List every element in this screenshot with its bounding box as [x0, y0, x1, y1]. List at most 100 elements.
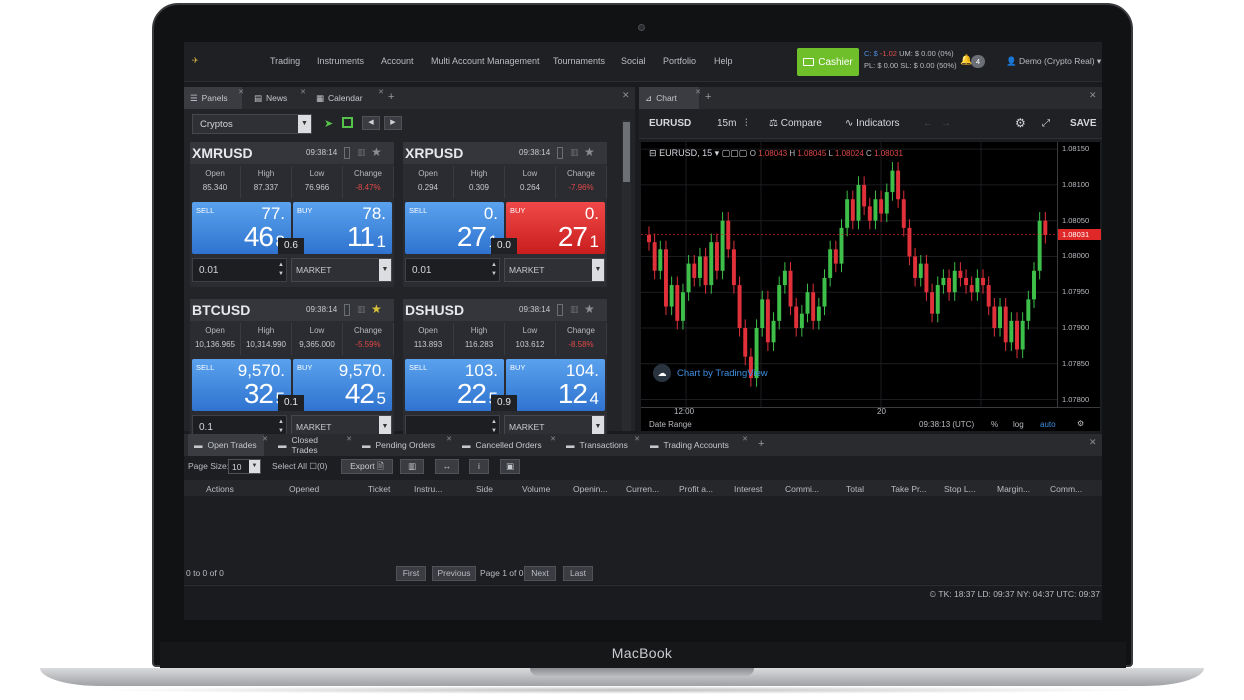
nav-multi-account[interactable]: Multi Account Management — [431, 56, 540, 66]
column-header[interactable]: Ticket — [368, 484, 390, 494]
legend-hide-icon[interactable]: ▢ — [730, 148, 739, 158]
column-header[interactable]: Comm... — [1050, 484, 1082, 494]
gear-icon[interactable]: ⚙ — [1077, 419, 1084, 428]
tab-transactions[interactable]: ▬ Transactions ✕ — [560, 434, 640, 456]
star-icon[interactable]: ★ — [371, 302, 382, 316]
column-header[interactable]: Volume — [522, 484, 550, 494]
nav-social[interactable]: Social — [621, 56, 646, 66]
redo-icon[interactable]: → — [941, 118, 951, 129]
stepper-arrows-icon[interactable]: ▲ ▼ — [491, 261, 497, 279]
last-page-button[interactable]: Last — [563, 566, 593, 581]
price-axis[interactable]: 1.08150 1.08100 1.08050 1.08000 1.07950 1.079… — [1057, 142, 1101, 421]
undo-icon[interactable]: ← — [923, 118, 933, 129]
next-page-button[interactable]: Next — [524, 566, 556, 581]
column-header[interactable]: Instru... — [414, 484, 442, 494]
column-header[interactable]: Opened — [289, 484, 319, 494]
gear-icon[interactable]: ⚙ — [1015, 116, 1026, 130]
nav-help[interactable]: Help — [714, 56, 733, 66]
tab-calendar[interactable]: ▦ Calendar ✕ — [310, 87, 384, 109]
bar-chart-icon[interactable]: ▥ — [570, 147, 579, 158]
tab-chart[interactable]: ⊿ Chart ✕ — [639, 87, 701, 109]
column-header[interactable]: Commi... — [785, 484, 819, 494]
column-header[interactable]: Actions — [206, 484, 234, 494]
legend-remove-icon[interactable]: ▢ — [739, 148, 748, 158]
column-header[interactable]: Take Pr... — [891, 484, 926, 494]
log-toggle[interactable]: log — [1013, 420, 1024, 429]
bar-chart-icon[interactable]: ▥ — [570, 304, 579, 315]
close-icon[interactable]: ✕ — [634, 435, 640, 443]
buy-button[interactable]: BUY 9,570. 42 5 — [293, 359, 392, 411]
close-icon[interactable]: ✕ — [446, 435, 452, 443]
date-range-button[interactable]: Date Range — [649, 420, 692, 429]
percent-toggle[interactable]: % — [991, 420, 998, 429]
nav-trading[interactable]: Trading — [270, 56, 300, 66]
cashier-button[interactable]: Cashier — [797, 48, 859, 76]
quantity-stepper[interactable]: 0.01 ▲ ▼ — [405, 258, 500, 282]
depth-icon[interactable] — [557, 147, 563, 159]
close-icon[interactable]: ✕ — [262, 435, 268, 443]
fullscreen-icon[interactable]: ⤢ — [1042, 118, 1050, 129]
nav-instruments[interactable]: Instruments — [317, 56, 364, 66]
sell-button[interactable]: SELL 77. 46 8 — [192, 202, 291, 254]
checkbox-icon[interactable]: ☐ — [309, 461, 317, 471]
tab-closed-trades[interactable]: ▬ Closed Trades ✕ — [272, 434, 352, 456]
candles-icon[interactable]: ⫶ — [745, 118, 748, 129]
nav-portfolio[interactable]: Portfolio — [663, 56, 696, 66]
page-size-select[interactable]: 10 ▼ — [228, 459, 261, 474]
info-button[interactable]: i — [469, 459, 489, 474]
select-all[interactable]: Select All ☐(0) — [272, 461, 327, 472]
star-icon[interactable]: ★ — [371, 145, 382, 159]
depth-icon[interactable] — [344, 304, 350, 316]
legend-collapse-icon[interactable]: ⊟ — [649, 148, 657, 158]
stepper-arrows-icon[interactable]: ▲ ▼ — [278, 261, 284, 279]
layout-icon[interactable] — [342, 117, 353, 128]
buy-button[interactable]: BUY 0. 27 1 — [506, 202, 605, 254]
star-icon[interactable]: ★ — [584, 302, 595, 316]
column-header[interactable]: Profit a... — [679, 484, 713, 494]
previous-page-button[interactable]: Previous — [432, 566, 476, 581]
close-icon[interactable]: ✕ — [1089, 437, 1097, 448]
bar-chart-icon[interactable]: ▥ — [357, 147, 366, 158]
quotes-scrollbar[interactable] — [622, 120, 631, 431]
columns-button[interactable]: ▥ — [400, 459, 424, 474]
tab-panels[interactable]: ☰ Panels ✕ — [184, 87, 244, 109]
close-icon[interactable]: ✕ — [238, 88, 244, 96]
close-icon[interactable]: ✕ — [346, 435, 352, 443]
column-header[interactable]: Curren... — [626, 484, 659, 494]
legend-settings-icon[interactable]: ▢ — [722, 148, 731, 158]
user-menu[interactable]: 👤 Demo (Crypto Real) ▾ — [1006, 56, 1101, 67]
export-button[interactable]: Export 🗎 — [341, 459, 393, 474]
buy-button[interactable]: BUY 78. 11 1 — [293, 202, 392, 254]
tradingview-logo[interactable]: ☁ Chart by TradingView — [653, 364, 768, 382]
group-select[interactable]: Cryptos ▼ — [192, 114, 312, 134]
column-header[interactable]: Margin... — [997, 484, 1030, 494]
compare-button[interactable]: ⚖ Compare — [769, 118, 822, 129]
add-tab-icon[interactable]: + — [758, 438, 764, 450]
sell-button[interactable]: SELL 9,570. 32 5 — [192, 359, 291, 411]
add-tab-icon[interactable]: + — [388, 91, 394, 103]
column-header[interactable]: Side — [476, 484, 493, 494]
tab-pending-orders[interactable]: ▬ Pending Orders ✕ — [356, 434, 452, 456]
logo-icon[interactable]: ✈ — [192, 56, 212, 66]
indicators-button[interactable]: ∿ Indicators — [845, 118, 900, 129]
tab-open-trades[interactable]: ▬ Open Trades ✕ — [188, 434, 268, 456]
sell-button[interactable]: SELL 103. 22 5 — [405, 359, 504, 411]
close-icon[interactable]: ✕ — [550, 435, 556, 443]
chart-symbol[interactable]: EURUSD — [649, 118, 691, 129]
prev-button[interactable]: ◀ — [362, 116, 380, 130]
chart-interval[interactable]: 15m — [717, 118, 736, 129]
column-header[interactable]: Stop L... — [944, 484, 976, 494]
pointer-icon[interactable]: ➤ — [324, 117, 333, 130]
close-icon[interactable]: ✕ — [1089, 90, 1097, 101]
nav-account[interactable]: Account — [381, 56, 414, 66]
quantity-stepper[interactable]: 0.01 ▲ ▼ — [192, 258, 287, 282]
auto-toggle[interactable]: auto — [1040, 420, 1056, 429]
save-button[interactable]: SAVE — [1070, 118, 1097, 129]
close-icon[interactable]: ✕ — [378, 88, 384, 96]
save-layout-button[interactable]: ▣ — [500, 459, 520, 474]
first-page-button[interactable]: First — [396, 566, 426, 581]
caret-down-icon[interactable]: ▾ — [715, 148, 720, 158]
close-icon[interactable]: ✕ — [695, 88, 701, 96]
order-type-select[interactable]: MARKET ▼ — [291, 258, 392, 282]
bar-chart-icon[interactable]: ▥ — [357, 304, 366, 315]
